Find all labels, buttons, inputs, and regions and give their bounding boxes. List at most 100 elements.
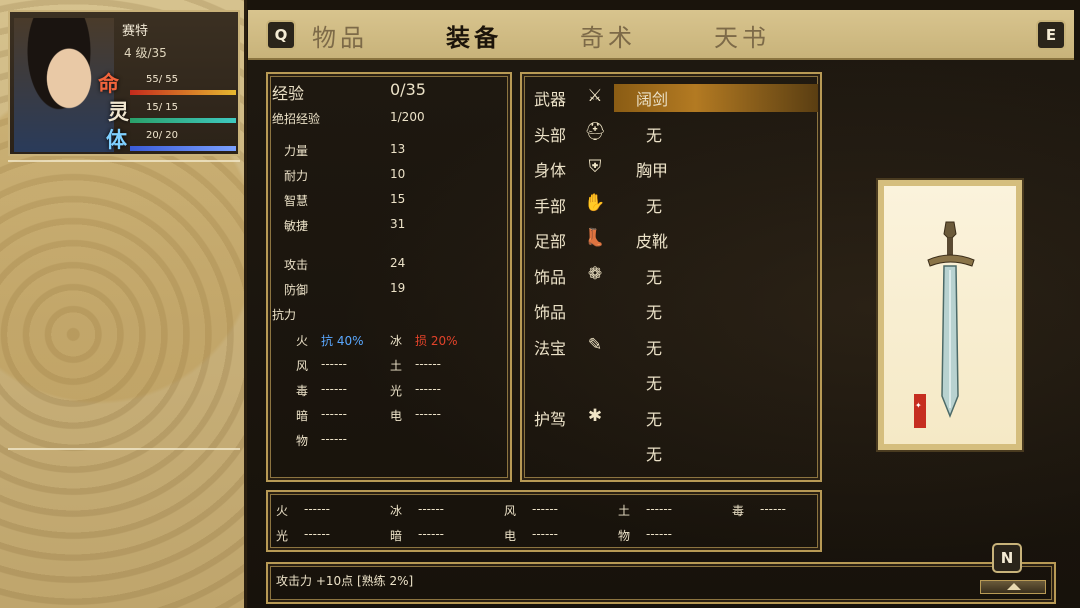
scroll-up-handle[interactable]: [980, 580, 1046, 594]
party-sidebar: 赛特 4 级/35 命 灵 体 55/ 55 15/ 15 20/ 20: [0, 0, 247, 608]
broadsword-illustration: ✦: [914, 221, 975, 428]
character-name: 赛特: [122, 24, 149, 39]
next-tab-key[interactable]: E: [1036, 20, 1066, 50]
resist-earth-value: ------: [415, 357, 441, 371]
tab-arts[interactable]: 奇术: [580, 18, 636, 53]
ring-icon: ❁: [587, 263, 603, 284]
tab-heavenly-book[interactable]: 天书: [714, 18, 770, 53]
tab-equipment[interactable]: 装备: [446, 18, 502, 53]
mp-glyph: 灵: [108, 100, 129, 124]
item-light-label: 光: [276, 529, 289, 543]
defense-value: 19: [390, 281, 406, 295]
resist-poison-label: 毒: [296, 384, 309, 398]
sword-icon: ⚔: [587, 86, 603, 106]
item-earth-value: ------: [646, 502, 672, 516]
item-dark-label: 暗: [390, 529, 403, 543]
wisdom-label: 智慧: [284, 194, 309, 208]
resist-heading: 抗力: [272, 308, 297, 322]
skill-exp-value: 1/200: [390, 110, 425, 124]
prev-tab-key[interactable]: Q: [266, 20, 296, 50]
equipment-slot-label: 法宝: [534, 338, 567, 358]
resist-fire-label: 火: [296, 334, 309, 348]
attack-value: 24: [390, 256, 406, 270]
item-resist-panel: [266, 490, 822, 552]
resist-ice-value: 损 20%: [415, 334, 458, 348]
item-preview-frame: ✦: [876, 178, 1024, 452]
wisdom-value: 15: [390, 192, 406, 206]
item-dark-value: ------: [418, 527, 444, 541]
strength-label: 力量: [284, 144, 309, 158]
boot-icon: 👢: [584, 228, 606, 248]
resist-light-value: ------: [415, 382, 441, 396]
divider: [8, 448, 240, 450]
hp-value: 55/ 55: [146, 74, 178, 85]
equipment-slot-label: 饰品: [534, 267, 567, 287]
skill-exp-label: 绝招经验: [272, 112, 321, 126]
armor-icon: ⛨: [588, 157, 602, 177]
agility-value: 31: [390, 217, 406, 231]
helmet-icon: ⛑: [584, 121, 606, 142]
resist-electric-value: ------: [415, 407, 441, 421]
character-level: 4 级/35: [124, 46, 167, 60]
exp-label: 经验: [272, 84, 305, 103]
resist-earth-label: 土: [390, 359, 403, 373]
item-earth-label: 土: [618, 504, 631, 518]
glove-icon: ✋: [584, 192, 606, 213]
sp-bar: [130, 146, 236, 151]
equipment-slot-value[interactable]: 皮靴: [636, 228, 668, 252]
equipment-slot-value[interactable]: 无: [646, 406, 662, 430]
defense-label: 防御: [284, 283, 309, 297]
attack-label: 攻击: [284, 258, 309, 272]
equipment-slot-value[interactable]: 无: [646, 193, 662, 217]
resist-poison-value: ------: [321, 382, 347, 396]
equipment-slot-label: 武器: [534, 90, 567, 109]
mp-value: 15/ 15: [146, 102, 178, 113]
resist-fire-value: 抗 40%: [321, 334, 364, 348]
equipment-slot-label: 护驾: [534, 409, 567, 429]
n-key-button[interactable]: N: [992, 543, 1022, 573]
equipment-slot-label: 饰品: [534, 303, 567, 322]
equipment-slot-value[interactable]: 无: [646, 299, 662, 323]
up-arrow-icon: [1007, 583, 1021, 590]
resist-ice-label: 冰: [390, 334, 403, 348]
equipment-slot-value[interactable]: 无: [646, 441, 662, 465]
item-ice-value: ------: [418, 502, 444, 516]
character-card[interactable]: 赛特 4 级/35 命 灵 体 55/ 55 15/ 15 20/ 20: [8, 10, 240, 156]
equipment-slot-label: 手部: [534, 196, 567, 216]
sp-glyph: 体: [106, 128, 127, 152]
guardian-icon: ✱: [587, 405, 603, 426]
equipment-slot-label: 身体: [534, 161, 567, 180]
item-fire-value: ------: [304, 502, 330, 516]
endurance-label: 耐力: [284, 169, 309, 183]
resist-wind-value: ------: [321, 357, 347, 371]
exp-value: 0/35: [390, 80, 426, 99]
menu-tab-bar: Q 物品 装备 奇术 天书 E: [248, 10, 1074, 60]
resist-light-label: 光: [390, 384, 403, 398]
equipment-slot-value[interactable]: 阔剑: [636, 86, 668, 110]
endurance-value: 10: [390, 167, 406, 181]
strength-value: 13: [390, 142, 406, 156]
item-wind-value: ------: [532, 502, 558, 516]
hp-glyph: 命: [98, 72, 119, 96]
item-electric-value: ------: [532, 527, 558, 541]
item-ice-label: 冰: [390, 504, 403, 518]
equipment-slot-value[interactable]: 无: [646, 370, 662, 394]
equipment-slot-value[interactable]: 胸甲: [636, 157, 668, 181]
item-physical-value: ------: [646, 527, 672, 541]
svg-text:✦: ✦: [915, 401, 922, 410]
tab-items[interactable]: 物品: [312, 18, 368, 53]
equipment-slot-value[interactable]: 无: [646, 264, 662, 288]
resist-dark-value: ------: [321, 407, 347, 421]
item-physical-label: 物: [618, 529, 631, 543]
equipment-slot-value[interactable]: 无: [646, 122, 662, 146]
sp-value: 20/ 20: [146, 130, 178, 141]
equipment-slot-value[interactable]: 无: [646, 335, 662, 359]
resist-physical-value: ------: [321, 432, 347, 446]
resist-physical-label: 物: [296, 434, 309, 448]
resist-electric-label: 电: [390, 409, 403, 423]
hp-bar: [130, 90, 236, 95]
resist-wind-label: 风: [296, 359, 309, 373]
item-poison-value: ------: [760, 502, 786, 516]
item-preview-paper: ✦: [884, 186, 1016, 444]
agility-label: 敏捷: [284, 219, 309, 233]
